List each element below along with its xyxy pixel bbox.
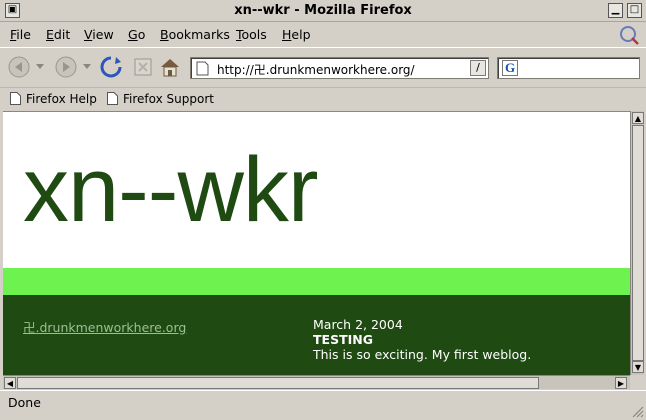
menubar: File Edit View Go Bookmarks Tools Help — [0, 23, 646, 45]
vertical-scrollbar[interactable]: ▲ ▼ — [630, 111, 644, 375]
post-title: TESTING — [313, 332, 373, 347]
forward-arrow-icon[interactable] — [54, 55, 78, 79]
reload-icon[interactable] — [99, 55, 123, 79]
resize-grip-icon[interactable] — [630, 404, 644, 418]
stop-icon[interactable] — [131, 55, 155, 79]
page-icon — [196, 61, 209, 76]
google-search-engine-icon[interactable]: G — [502, 60, 518, 76]
menu-bookmarks-rest: ookmarks — [168, 27, 230, 42]
scroll-left-icon[interactable]: ◀ — [4, 377, 16, 389]
maximize-icon[interactable]: □ — [627, 3, 642, 18]
back-arrow-icon[interactable] — [7, 55, 31, 79]
status-bar: Done — [0, 390, 646, 420]
menu-file-rest: ile — [16, 27, 31, 42]
url-bar[interactable]: http://卍.drunkmenworkhere.org/ / — [190, 57, 489, 79]
bookmark-page-icon — [107, 92, 118, 105]
window-titlebar[interactable]: ▣ xn--wkr - Mozilla Firefox ▁ □ — [0, 0, 646, 22]
minimize-icon[interactable]: ▁ — [608, 3, 623, 18]
horizontal-scroll-thumb[interactable] — [17, 377, 539, 389]
menu-edit-accel: E — [46, 27, 54, 42]
site-link[interactable]: 卍.drunkmenworkhere.org — [23, 317, 186, 336]
scroll-up-icon[interactable]: ▲ — [632, 112, 644, 124]
url-history-dropdown[interactable]: / — [470, 60, 486, 76]
menu-bookmarks-accel: B — [160, 27, 169, 42]
bookmark-page-icon — [10, 92, 21, 105]
bookmark-label: Firefox Support — [123, 92, 214, 106]
bookmarks-toolbar: Firefox Help Firefox Support — [0, 87, 646, 109]
blog-band: 卍.drunkmenworkhere.org March 2, 2004 TES… — [3, 295, 630, 375]
url-text[interactable]: http://卍.drunkmenworkhere.org/ — [217, 61, 415, 78]
vertical-scroll-thumb[interactable] — [632, 125, 644, 361]
throbber-icon — [620, 26, 639, 45]
menu-view-rest: iew — [92, 27, 114, 42]
search-box[interactable]: G — [497, 57, 640, 79]
horizontal-scrollbar[interactable]: ◀ ▶ — [3, 375, 630, 389]
back-dropdown-icon[interactable] — [36, 64, 44, 70]
menu-view[interactable]: View — [84, 27, 114, 42]
menu-help-accel: H — [282, 27, 292, 42]
menu-go-rest: o — [137, 27, 146, 42]
page-content[interactable]: xn--wkr 卍.drunkmenworkhere.org March 2, … — [3, 111, 630, 375]
status-text: Done — [8, 395, 41, 410]
menu-go-accel: G — [128, 27, 138, 42]
forward-dropdown-icon[interactable] — [83, 64, 91, 70]
bookmark-firefox-help[interactable]: Firefox Help — [10, 92, 97, 106]
page-heading: xn--wkr — [23, 139, 319, 241]
home-icon[interactable] — [158, 55, 182, 79]
menu-help[interactable]: Help — [282, 27, 311, 42]
menu-edit-rest: dit — [53, 27, 71, 42]
post-body: This is so exciting. My first weblog. — [313, 347, 532, 362]
window-title: xn--wkr - Mozilla Firefox — [234, 3, 412, 18]
menu-file[interactable]: File — [10, 27, 31, 42]
menu-bookmarks[interactable]: Bookmarks — [160, 27, 230, 42]
scroll-right-icon[interactable]: ▶ — [615, 377, 627, 389]
scroll-down-icon[interactable]: ▼ — [632, 361, 644, 373]
accent-bar — [3, 268, 630, 295]
blog-post: March 2, 2004 TESTING This is so excitin… — [313, 317, 531, 362]
menu-go[interactable]: Go — [128, 27, 145, 42]
post-date: March 2, 2004 — [313, 317, 403, 332]
menu-tools[interactable]: Tools — [236, 27, 267, 42]
bookmark-label: Firefox Help — [26, 92, 97, 106]
bookmark-firefox-support[interactable]: Firefox Support — [107, 92, 214, 106]
menu-edit[interactable]: Edit — [46, 27, 70, 42]
navigation-toolbar: http://卍.drunkmenworkhere.org/ / G — [0, 47, 646, 87]
menu-help-rest: elp — [291, 27, 311, 42]
menu-tools-rest: ools — [241, 27, 267, 42]
